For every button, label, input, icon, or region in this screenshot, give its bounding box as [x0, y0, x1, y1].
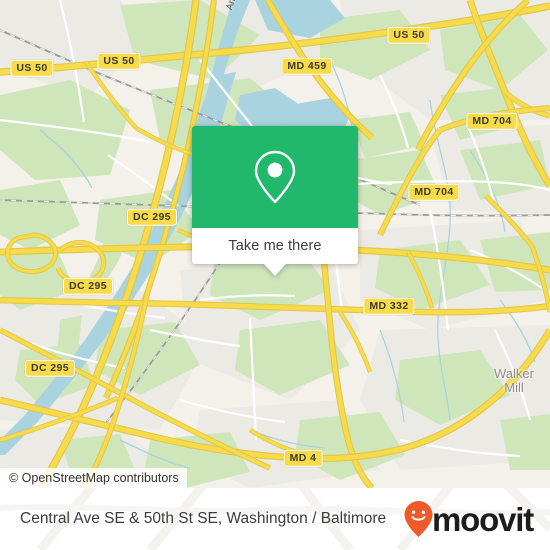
road-shield[interactable]: DC 295 — [126, 208, 178, 226]
location-address-label: Central Ave SE & 50th St SE, Washington … — [20, 510, 387, 527]
moovit-logo[interactable]: moovit — [403, 500, 534, 538]
place-label-walker-mill: Walker Mill — [494, 366, 534, 395]
destination-popup-card[interactable]: Take me there — [192, 126, 358, 276]
road-shield[interactable]: US 50 — [387, 26, 431, 44]
moovit-wordmark: moovit — [432, 500, 534, 538]
popup-header — [192, 126, 358, 228]
road-shield[interactable]: US 50 — [10, 59, 54, 77]
bottom-info-bar: Central Ave SE & 50th St SE, Washington … — [0, 488, 550, 550]
road-shield[interactable]: MD 704 — [408, 183, 460, 201]
road-shield[interactable]: MD 332 — [363, 297, 415, 315]
moovit-smiley-pin-icon — [404, 501, 433, 537]
moovit-map-screenshot: US 50 US 50 US 50 MD 459 MD 704 MD 704 D… — [0, 0, 550, 550]
location-pin-icon — [254, 150, 296, 204]
road-shield[interactable]: MD 459 — [281, 57, 333, 75]
popup-pointer-tail — [264, 264, 286, 276]
road-shield[interactable]: DC 295 — [24, 359, 76, 377]
osm-attribution[interactable]: © OpenStreetMap contributors — [0, 468, 187, 488]
take-me-there-button[interactable]: Take me there — [228, 238, 321, 254]
road-shield[interactable]: US 50 — [97, 52, 141, 70]
road-shield[interactable]: MD 4 — [283, 449, 323, 467]
road-shield[interactable]: MD 704 — [466, 112, 518, 130]
popup-footer[interactable]: Take me there — [192, 228, 358, 264]
road-shield[interactable]: DC 295 — [62, 277, 114, 295]
